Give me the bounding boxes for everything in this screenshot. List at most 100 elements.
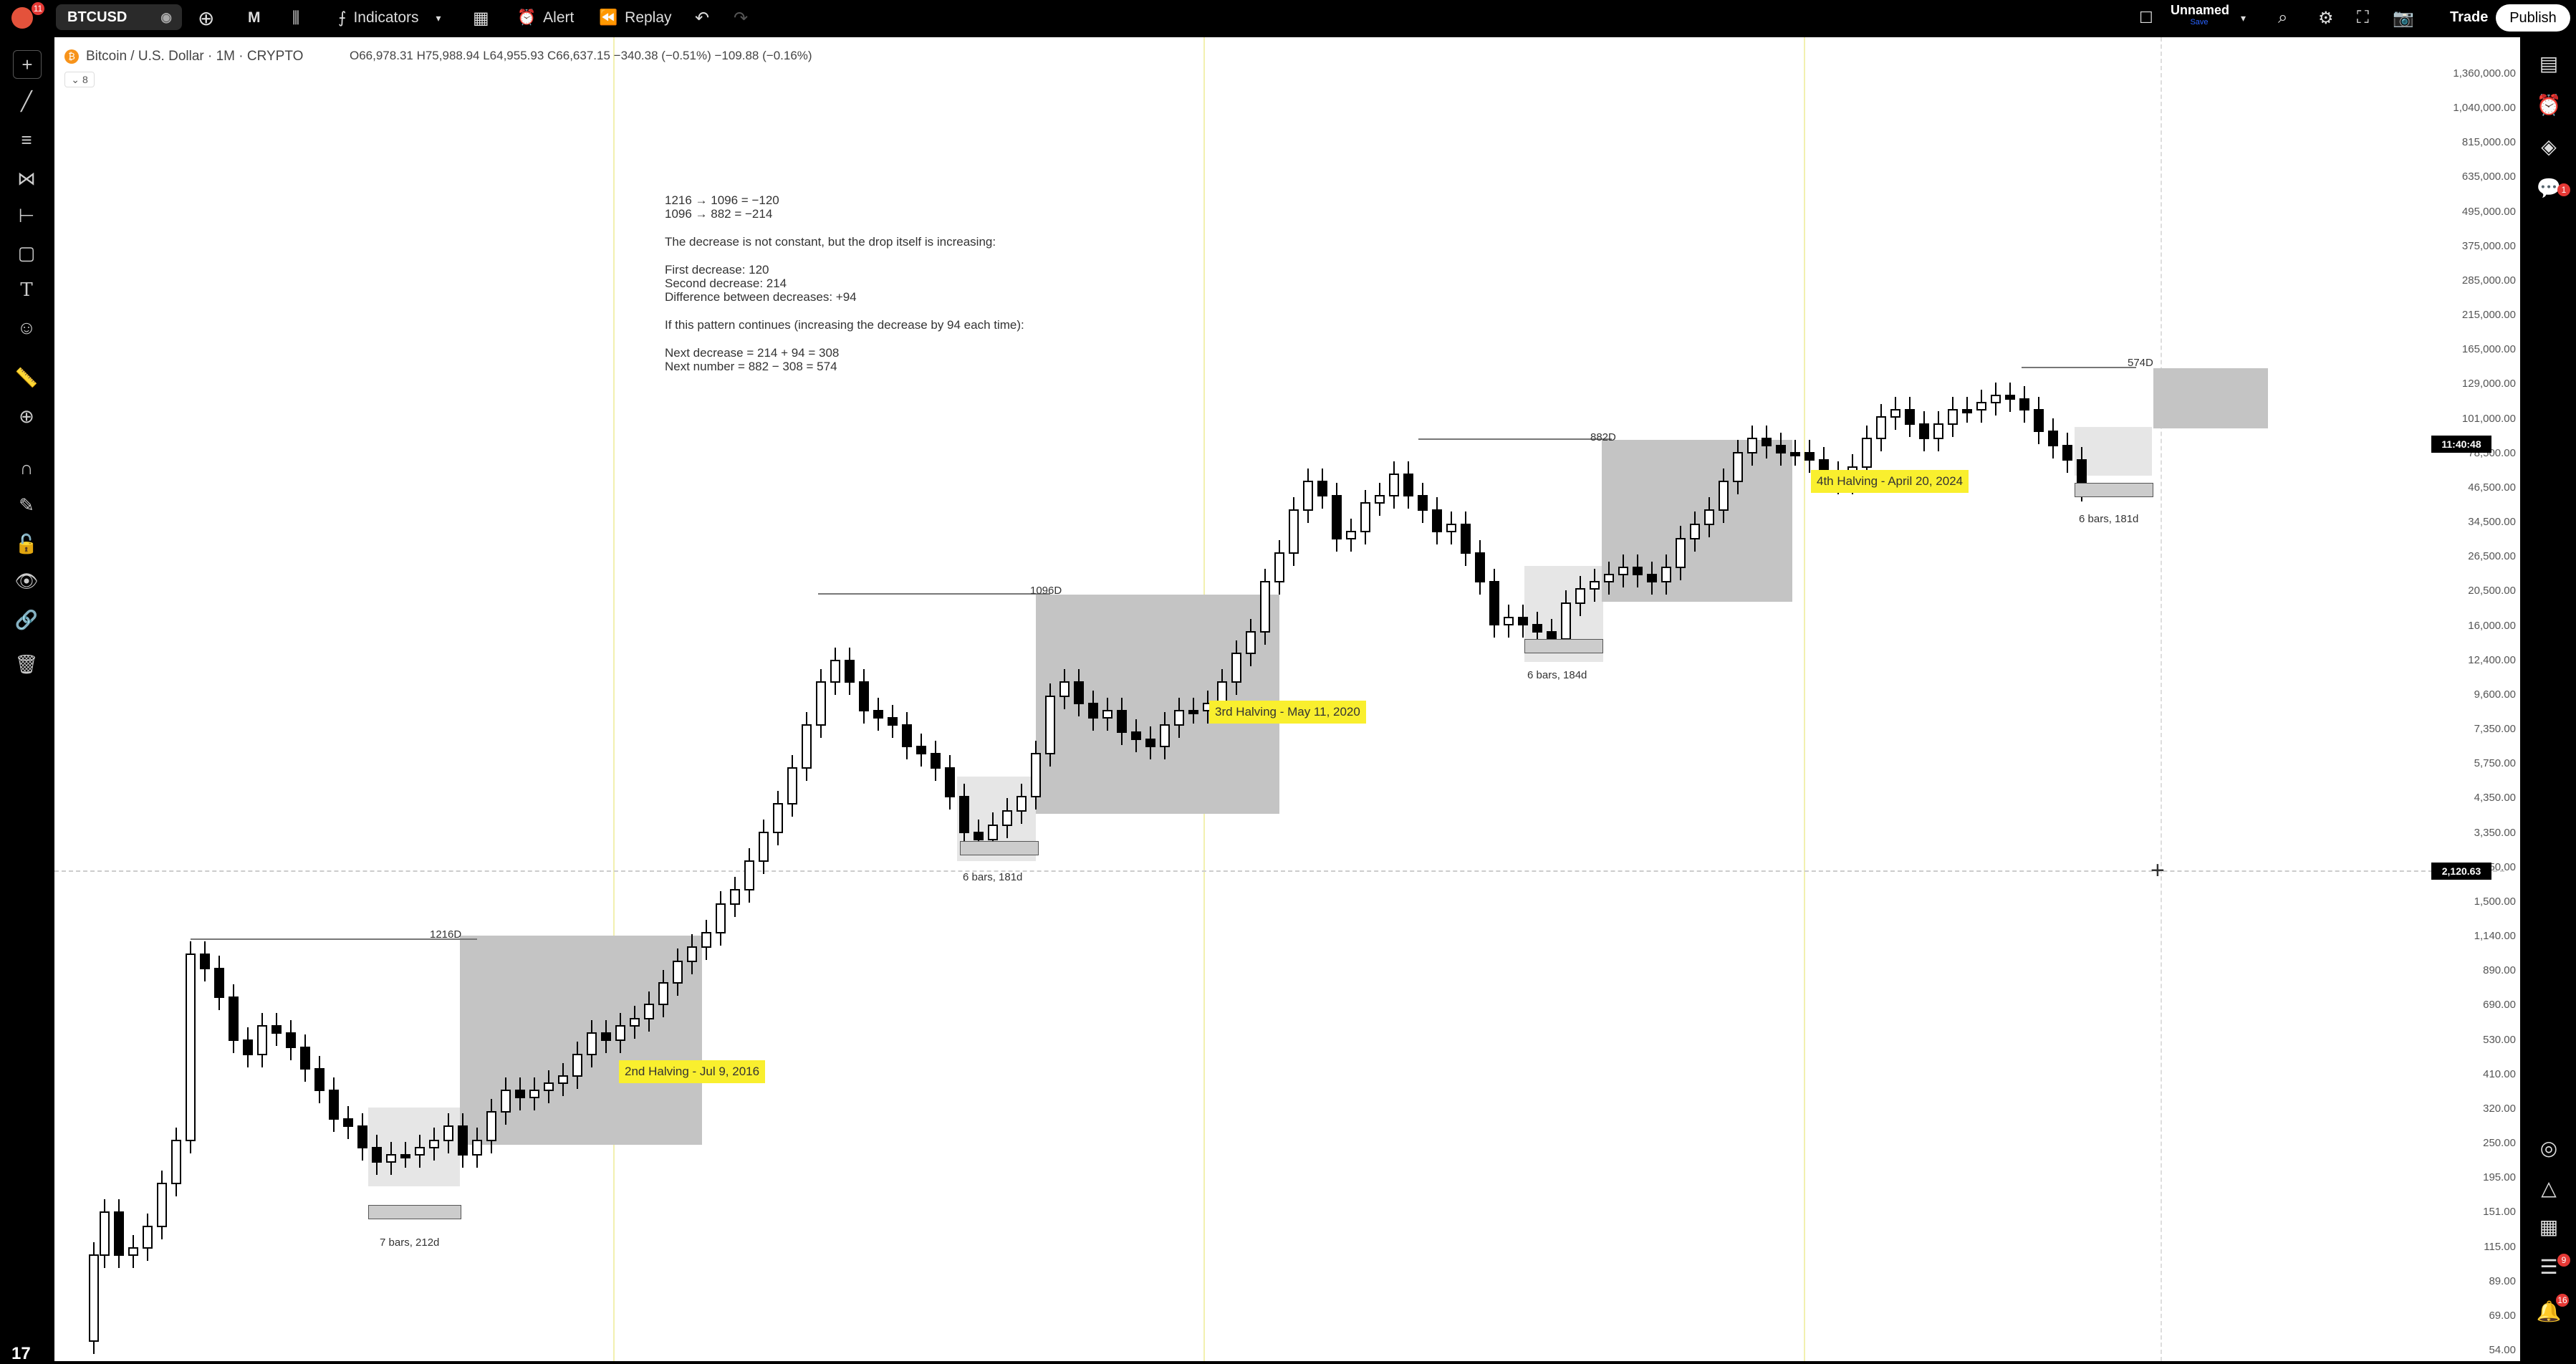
emoji-icon[interactable]: ☺ — [13, 314, 40, 341]
note-line: The decrease is not constant, but the dr… — [665, 235, 996, 249]
interval-button[interactable]: M — [248, 0, 261, 36]
ideas-icon[interactable]: △ — [2534, 1173, 2563, 1202]
candle — [1590, 581, 1600, 590]
halving-label[interactable]: 4th Halving - April 20, 2024 — [1811, 470, 1969, 493]
quick-search-icon[interactable]: ⌕ — [2278, 0, 2287, 36]
ruler-icon[interactable]: 📏 — [13, 364, 40, 391]
eye-icon[interactable]: 👁 — [13, 567, 40, 595]
candle — [773, 803, 783, 833]
candle — [458, 1125, 468, 1156]
candle — [601, 1032, 611, 1041]
note-line: If this pattern continues (increasing th… — [665, 318, 1024, 332]
price-tick: 3,350.00 — [2474, 826, 2516, 839]
price-tick: 410.00 — [2483, 1067, 2516, 1080]
symbol-search[interactable]: BTCUSD ◉ — [56, 4, 182, 30]
alert-button[interactable]: ⏰ Alert — [517, 0, 574, 36]
watch-icon[interactable]: ◉ — [160, 10, 172, 25]
price-tick: 1,360,000.00 — [2453, 67, 2516, 80]
halving-label[interactable]: 3rd Halving - May 11, 2020 — [1209, 701, 1366, 724]
indicators-button[interactable]: ⨍ Indicators ▾ — [338, 0, 441, 36]
candle — [1246, 631, 1256, 654]
candle — [157, 1183, 167, 1227]
candle — [873, 710, 883, 719]
chevron-down-icon: ⌄ — [71, 73, 80, 85]
stay-drawing-mode-icon[interactable]: ✎ — [13, 491, 40, 519]
candle — [1045, 696, 1055, 754]
layout-checkbox-icon[interactable]: ☐ — [2139, 0, 2153, 36]
alerts-clock-icon[interactable]: ⏰ — [2534, 90, 2563, 119]
link-icon[interactable]: 🔗 — [13, 606, 40, 633]
bars-label: 6 bars, 181d — [2079, 513, 2139, 525]
settings-gear-icon[interactable]: ⚙ — [2318, 0, 2334, 36]
candle — [1145, 739, 1155, 747]
legend-collapse-button[interactable]: ⌄ 8 — [64, 72, 95, 87]
layout-name-button[interactable]: Unnamed Save — [2171, 3, 2229, 33]
lock-icon[interactable]: 🔓 — [13, 530, 40, 557]
candle — [472, 1140, 482, 1156]
trash-icon[interactable]: 🗑 — [13, 650, 40, 678]
candle — [1719, 481, 1729, 511]
price-tick: 375,000.00 — [2461, 239, 2516, 252]
watchlist-icon[interactable]: ▤ — [2534, 49, 2563, 77]
forecasting-tool-icon[interactable]: ⊢ — [13, 202, 40, 229]
replay-button[interactable]: ⏪ Replay — [599, 0, 672, 36]
fullscreen-icon[interactable]: ⛶ — [2357, 0, 2369, 36]
candle — [1475, 552, 1485, 582]
target-icon[interactable]: ◎ — [2534, 1133, 2563, 1162]
candle — [759, 832, 769, 862]
tradingview-logo[interactable] — [11, 0, 33, 36]
chart-type-icon[interactable]: ⫼ — [292, 0, 299, 36]
analysis-note[interactable]: 1216 → 1096 = −120 1096 → 882 = −214 The d… — [665, 193, 1024, 373]
candle — [314, 1068, 325, 1091]
candle — [1074, 681, 1084, 704]
text-tool-icon[interactable]: T — [13, 277, 40, 304]
candle — [1518, 617, 1528, 625]
crosshair-price-badge: 2,120.63 — [2431, 863, 2491, 880]
price-tick: 690.00 — [2483, 999, 2516, 1012]
compare-add-icon[interactable]: ⊕ — [198, 0, 214, 36]
crosshair-tool-icon[interactable]: + — [13, 50, 42, 79]
candle — [701, 932, 711, 948]
replay-label: Replay — [625, 9, 672, 26]
candle — [1618, 567, 1628, 575]
price-tick: 635,000.00 — [2461, 170, 2516, 183]
publish-button[interactable]: Publish — [2496, 4, 2570, 32]
templates-icon[interactable]: ▦ — [473, 0, 489, 36]
candle — [1375, 495, 1385, 504]
chart-pane[interactable]: + 1216D 1096D 882D 574D 7 bars, 212d 6 b… — [54, 37, 2520, 1361]
layout-save-status: Save — [2190, 18, 2209, 27]
camera-icon[interactable]: 📷 — [2393, 0, 2414, 36]
layout-chevron-down-icon[interactable]: ▾ — [2241, 0, 2246, 36]
price-tick: 1,140.00 — [2474, 930, 2516, 943]
candle — [730, 889, 740, 905]
trade-button[interactable]: Trade — [2440, 5, 2498, 29]
price-tick: 815,000.00 — [2461, 136, 2516, 149]
candle — [1059, 681, 1070, 697]
symbol-legend[interactable]: ₿ Bitcoin / U.S. Dollar · 1M · CRYPTO — [64, 49, 303, 64]
candle — [186, 954, 196, 1141]
object-tree-icon[interactable]: ◈ — [2534, 132, 2563, 160]
calendar-icon[interactable]: ▦ — [2534, 1212, 2563, 1241]
magnet-icon[interactable]: ∩ — [13, 454, 40, 481]
trend-line-icon[interactable]: ╱ — [13, 87, 40, 115]
candle — [1160, 724, 1170, 747]
fib-retracement-icon[interactable]: ≡ — [13, 126, 40, 153]
candle — [945, 767, 955, 797]
note-line — [665, 304, 1024, 318]
drawing-toolbar: + ╱ ≡ ⋈ ⊢ ▢ T ☺ 📏 ⊕ ∩ ✎ 🔓 👁 🔗 🗑 17 — [0, 36, 53, 1363]
redo-icon[interactable]: ↷ — [734, 0, 748, 36]
shape-tool-icon[interactable]: ▢ — [13, 239, 40, 266]
candle — [572, 1054, 582, 1077]
halving-label[interactable]: 2nd Halving - Jul 9, 2016 — [619, 1060, 766, 1083]
price-tick: 890.00 — [2483, 964, 2516, 977]
undo-icon[interactable]: ↶ — [695, 0, 709, 36]
candle — [1604, 574, 1614, 582]
candle — [2062, 445, 2072, 461]
chevron-down-icon[interactable]: ▾ — [436, 12, 441, 24]
price-tick: 151.00 — [2483, 1206, 2516, 1219]
candle — [1676, 538, 1686, 568]
pattern-tool-icon[interactable]: ⋈ — [13, 165, 40, 192]
candle — [1948, 409, 1958, 425]
zoom-in-icon[interactable]: ⊕ — [13, 403, 40, 430]
candle — [1890, 409, 1900, 418]
